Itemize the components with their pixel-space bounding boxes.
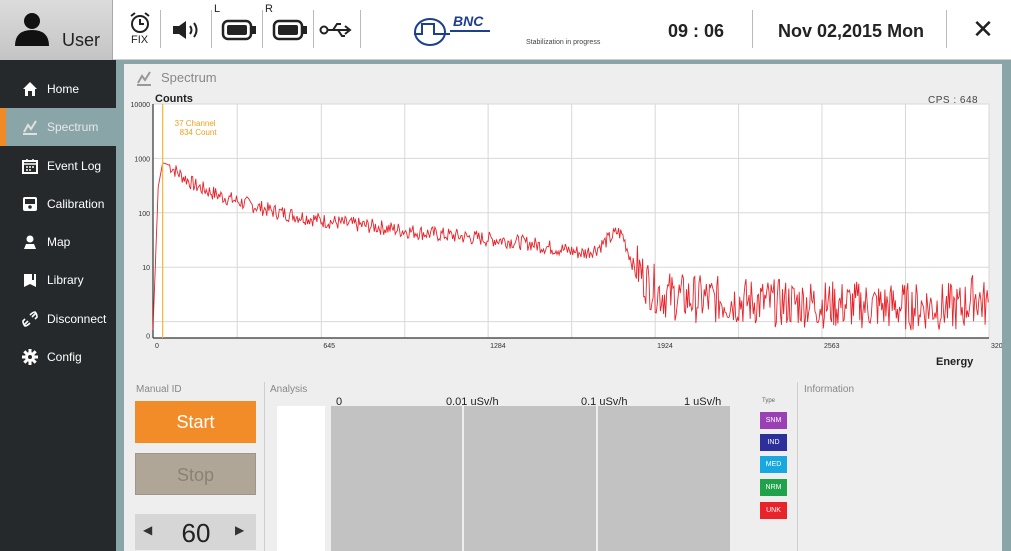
- user-label: User: [62, 30, 101, 50]
- usb-icon: [318, 8, 354, 52]
- type-badge-nrm: NRM: [760, 479, 787, 496]
- increment-button[interactable]: ▶: [235, 523, 244, 537]
- book-icon: [24, 274, 36, 287]
- type-badge-snm: SNM: [760, 412, 787, 429]
- user-button[interactable]: User: [0, 0, 113, 60]
- close-icon[interactable]: ✕: [968, 14, 998, 44]
- sidebar-item-label: Config: [47, 350, 82, 364]
- type-badge-unk: UNK: [760, 502, 787, 519]
- sidebar-item-map[interactable]: Map: [0, 223, 116, 261]
- sidebar-item-home[interactable]: Home: [0, 70, 116, 108]
- y-tick-label: 10: [142, 265, 150, 272]
- sidebar-item-label: Disconnect: [47, 312, 107, 326]
- scale-label-3: 1 uSv/h: [684, 396, 722, 408]
- status-bar: User FIX L R BNC Stabilization in progre…: [0, 0, 1011, 60]
- y-axis-label: Counts: [155, 93, 193, 105]
- dose-bar-current: [277, 406, 325, 551]
- sidebar-item-event-log[interactable]: Event Log: [0, 147, 116, 185]
- y-tick-label: 1000: [134, 156, 150, 163]
- y-tick-label: 0: [146, 334, 150, 341]
- y-tick-label: 100: [138, 211, 150, 218]
- calibration-icon: [23, 197, 37, 211]
- scale-label-2: 0.1 uSv/h: [581, 396, 628, 408]
- analysis-label: Analysis: [270, 384, 308, 395]
- disconnect-icon: [22, 311, 38, 327]
- x-tick-label: 3203: [991, 343, 1002, 350]
- x-tick-label: 1924: [657, 343, 673, 350]
- start-button[interactable]: Start: [135, 401, 256, 443]
- sidebar-item-label: Event Log: [47, 159, 102, 173]
- calendar-icon: [22, 159, 38, 174]
- information-label: Information: [804, 384, 855, 395]
- sidebar-item-label: Spectrum: [47, 120, 99, 134]
- x-tick-label: 2563: [824, 343, 840, 350]
- scale-label-0: 0: [336, 396, 343, 408]
- stabilization-status: Stabilization in progress: [526, 39, 601, 46]
- spectrum-title-icon: [137, 71, 151, 86]
- stop-button[interactable]: Stop: [135, 453, 256, 495]
- sidebar-item-library[interactable]: Library: [0, 261, 116, 299]
- sidebar-item-config[interactable]: Config: [0, 338, 116, 376]
- duration-stepper: ◀ 60 ▶: [135, 514, 256, 550]
- bnc-logo-icon: [414, 18, 450, 46]
- type-legend-title: Type: [762, 398, 776, 404]
- sidebar-item-label: Library: [47, 273, 84, 287]
- map-pin-icon: [24, 235, 36, 249]
- sidebar-item-disconnect[interactable]: Disconnect: [0, 300, 116, 338]
- spectrum-icon: [23, 120, 37, 135]
- sidebar-item-calibration[interactable]: Calibration: [0, 185, 116, 223]
- dose-range-high: [598, 406, 730, 551]
- x-tick-label: 645: [323, 343, 335, 350]
- x-tick-label: 1284: [490, 343, 506, 350]
- dose-range-low: [331, 406, 462, 551]
- sidebar-item-label: Home: [47, 82, 80, 96]
- duration-value: 60: [181, 518, 211, 548]
- brand-label: BNC: [453, 13, 484, 29]
- cps-readout: CPS : 648: [928, 95, 979, 106]
- x-tick-label: 0: [155, 343, 159, 350]
- type-badge-ind: IND: [760, 434, 787, 451]
- marker-count-label: 834 Count: [180, 128, 218, 137]
- type-badge-med: MED: [760, 456, 787, 473]
- speaker-icon[interactable]: [170, 8, 204, 52]
- sidebar-item-label: Map: [47, 235, 71, 249]
- user-icon: [15, 13, 49, 46]
- battery-right-icon: [270, 8, 310, 52]
- sidebar-item-spectrum[interactable]: Spectrum: [0, 108, 116, 146]
- decrement-button[interactable]: ◀: [143, 523, 152, 537]
- sidebar: Home Spectrum Event Log Calibration Map …: [0, 60, 116, 551]
- home-icon: [23, 82, 37, 96]
- marker-channel-label: 37 Channel: [175, 119, 216, 128]
- x-axis-label: Energy: [936, 356, 974, 368]
- scale-label-1: 0.01 uSv/h: [446, 396, 499, 408]
- page-title: Spectrum: [161, 70, 217, 85]
- manual-id-label: Manual ID: [136, 384, 182, 395]
- spectrum-chart[interactable]: 1000010001001000645128419242563320337 Ch…: [124, 88, 1002, 378]
- sidebar-item-label: Calibration: [47, 197, 105, 211]
- clock-date: Nov 02,2015 Mon: [778, 21, 925, 41]
- fix-label: FIX: [131, 34, 149, 46]
- clock-time: 09 : 06: [668, 21, 725, 41]
- battery-left-icon: [219, 8, 259, 52]
- dose-range-mid: [464, 406, 596, 551]
- y-tick-label: 10000: [131, 102, 151, 109]
- gear-icon: [22, 349, 38, 365]
